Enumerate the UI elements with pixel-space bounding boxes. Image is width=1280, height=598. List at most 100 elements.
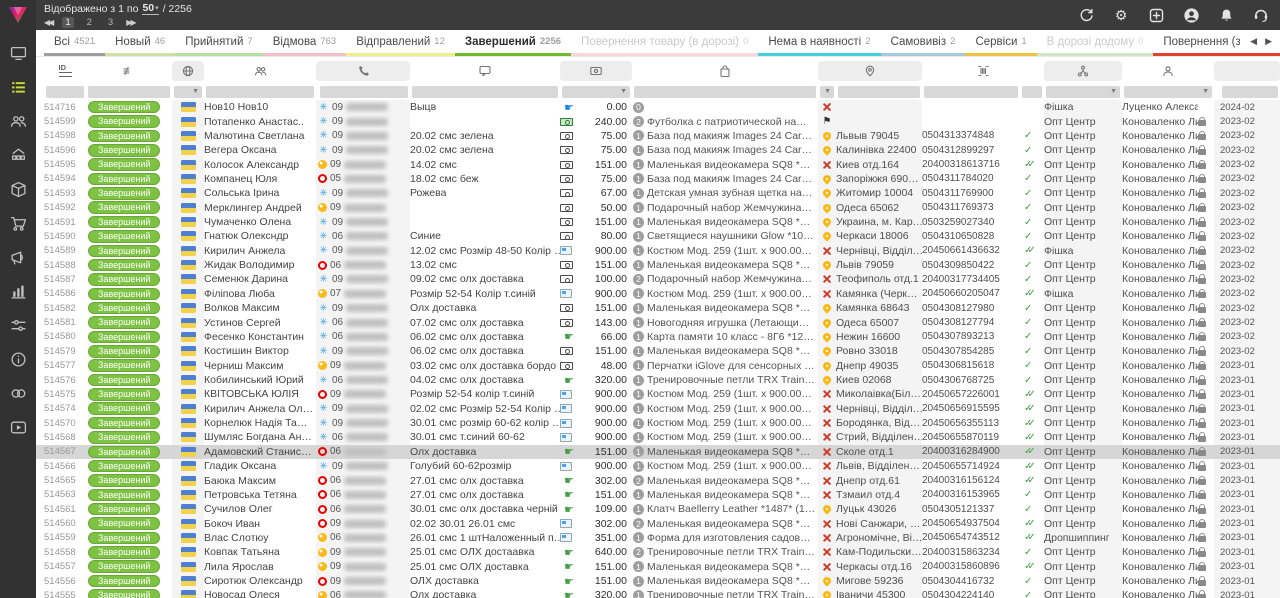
- table-row[interactable]: 514556 Завершений Сиротюк Олександр 09 О…: [36, 574, 1280, 588]
- sidebar-item-marketing[interactable]: [0, 240, 36, 274]
- sidebar-item-info[interactable]: [0, 342, 36, 376]
- column-header-client[interactable]: [204, 61, 316, 81]
- table-row[interactable]: 514595 Завершений Колосок Александр 09 1…: [36, 157, 1280, 171]
- sidebar-item-clients[interactable]: [0, 104, 36, 138]
- table-row[interactable]: 514599 Завершений Потапенко Анастас.. 09…: [36, 114, 1280, 128]
- column-header-ttn[interactable]: [922, 61, 1044, 81]
- table-row[interactable]: 514575 Завершений КВІТОВСЬКА ЮЛІЯ 09 Роз…: [36, 387, 1280, 401]
- table-row[interactable]: 514586 Завершений Філіпова Люба 07 Розмі…: [36, 287, 1280, 301]
- tab-новый[interactable]: Новый46: [105, 30, 175, 56]
- sidebar-item-orders[interactable]: [0, 70, 36, 104]
- table-row[interactable]: 514555 Завершений Новосад Олеся 06 Олх д…: [36, 588, 1280, 598]
- page-number-button[interactable]: 2: [84, 17, 95, 28]
- table-row[interactable]: 514576 Завершений Кобилинський Юрий 06 0…: [36, 373, 1280, 387]
- tab-прийнятий[interactable]: Прийнятий7: [175, 30, 263, 56]
- filter-manager[interactable]: ▼: [1124, 86, 1212, 98]
- table-row[interactable]: 514560 Завершений Бокоч Иван 09 02.02 30…: [36, 516, 1280, 530]
- column-header-country[interactable]: [172, 61, 204, 81]
- support-button[interactable]: [1252, 6, 1270, 24]
- add-new-button[interactable]: [1147, 6, 1165, 24]
- column-header-delivery-city[interactable]: [818, 61, 922, 81]
- sidebar-item-dashboard[interactable]: [0, 36, 36, 70]
- table-row[interactable]: 514563 Завершений Петровська Тетяна 06 2…: [36, 488, 1280, 502]
- filter-country[interactable]: ▼: [174, 86, 202, 98]
- filter-city[interactable]: [838, 86, 920, 98]
- table-row[interactable]: 514589 Завершений Кирилич Анжела 09 12.0…: [36, 244, 1280, 258]
- sidebar-item-statistics[interactable]: [0, 274, 36, 308]
- sidebar-item-video[interactable]: [0, 410, 36, 444]
- table-row[interactable]: 514598 Завершений Малютина Светлана 09 2…: [36, 129, 1280, 143]
- tab-відправлений[interactable]: Відправлений12: [346, 30, 455, 56]
- filter-id[interactable]: [46, 86, 84, 98]
- table-row[interactable]: 514577 Завершений Черниш Максим 09 03.02…: [36, 358, 1280, 372]
- sidebar-item-settings[interactable]: [0, 308, 36, 342]
- tab-сервіси[interactable]: Сервіси1: [965, 30, 1036, 56]
- sidebar-item-purchases[interactable]: [0, 206, 36, 240]
- filter-check[interactable]: [1022, 86, 1042, 98]
- table-row[interactable]: 514566 Завершений Гладик Оксана 09 Голуб…: [36, 459, 1280, 473]
- filter-delivery[interactable]: ▼: [820, 86, 834, 98]
- table-row[interactable]: 514580 Завершений Фесенко Константин 06 …: [36, 330, 1280, 344]
- app-logo[interactable]: [0, 0, 36, 30]
- table-row[interactable]: 514558 Завершений Ковпак Татьяна 09 25.0…: [36, 545, 1280, 559]
- column-header-products[interactable]: [632, 61, 818, 81]
- filter-phone[interactable]: [320, 86, 408, 98]
- table-row[interactable]: 514594 Завершений Компанец Юля 05 18.02 …: [36, 172, 1280, 186]
- account-button[interactable]: [1182, 6, 1200, 24]
- table-row[interactable]: 514596 Завершений Вегера Оксана 09 20.02…: [36, 143, 1280, 157]
- tab-самовивіз[interactable]: Самовивіз2: [881, 30, 966, 56]
- notifications-button[interactable]: [1217, 6, 1235, 24]
- column-header-comment[interactable]: [410, 61, 560, 81]
- table-row[interactable]: 514716 Завершений Нов10 Нов10 09 Выцв 0.…: [36, 100, 1280, 114]
- first-page-button[interactable]: ◀◀: [44, 18, 52, 27]
- table-row[interactable]: 514565 Завершений Баюка Максим 06 27.01 …: [36, 473, 1280, 487]
- column-header-money[interactable]: [560, 61, 632, 81]
- refresh-button[interactable]: [1077, 6, 1095, 24]
- filter-source[interactable]: ▼: [1046, 86, 1120, 98]
- filter-status[interactable]: [88, 86, 170, 98]
- table-row[interactable]: 514561 Завершений Сучилов Олег 06 30.01 …: [36, 502, 1280, 516]
- sidebar-item-company[interactable]: [0, 138, 36, 172]
- table-row[interactable]: 514574 Завершений Кирилич Анжела Ол… 09 …: [36, 402, 1280, 416]
- table-row[interactable]: 514557 Завершений Лила Ярослав 09 25.01 …: [36, 560, 1280, 574]
- table-row[interactable]: 514581 Завершений Устинов Сергей 06 07.0…: [36, 315, 1280, 329]
- settings-button[interactable]: ⚙: [1112, 6, 1130, 24]
- tab-в-дорозі-додому[interactable]: В дорозі додому0: [1037, 30, 1154, 56]
- column-header-manager[interactable]: [1122, 61, 1214, 81]
- filter-date[interactable]: [1222, 86, 1278, 98]
- tab-нема-в-наявності[interactable]: Нема в наявності2: [758, 30, 880, 56]
- table-row[interactable]: 514591 Завершений Чумаченко Олена 09 151…: [36, 215, 1280, 229]
- filter-ttn[interactable]: [924, 86, 1018, 98]
- table-row[interactable]: 514588 Завершений Жидак Володимир 06 13.…: [36, 258, 1280, 272]
- column-header-source[interactable]: [1044, 61, 1122, 81]
- table-row[interactable]: 514590 Завершений Гнатюк Олексндр 06 Син…: [36, 229, 1280, 243]
- tab-повернення-товару-(в-дорозі)[interactable]: Повернення товару (в дорозі)0: [571, 30, 758, 56]
- table-row[interactable]: 514592 Завершений Мерклингер Андрей 09 5…: [36, 201, 1280, 215]
- column-header-date[interactable]: [1214, 61, 1280, 81]
- tab-всі[interactable]: Всі4521: [44, 30, 105, 56]
- table-row[interactable]: 514587 Завершений Семенюк Дарина 09 09.0…: [36, 272, 1280, 286]
- filter-client[interactable]: [206, 86, 314, 98]
- table-row[interactable]: 514559 Завершений Влас Слотюу 06 26.01 с…: [36, 531, 1280, 545]
- column-header-id[interactable]: ID: [36, 61, 86, 81]
- sidebar-item-products[interactable]: [0, 172, 36, 206]
- column-header-phone[interactable]: [316, 61, 410, 81]
- page-number-button[interactable]: 1: [62, 17, 73, 28]
- tabs-scroll-right[interactable]: ▶: [1265, 36, 1272, 47]
- tabs-scroll-left[interactable]: ◀: [1250, 36, 1257, 47]
- filter-money[interactable]: ▼: [562, 86, 630, 98]
- table-row[interactable]: 514579 Завершений Костишин Виктор 09 06.…: [36, 344, 1280, 358]
- table-row[interactable]: 514570 Завершений Корнелюк Надія Та… 09 …: [36, 416, 1280, 430]
- table-row[interactable]: 514582 Завершений Волков Максим 09 Олх д…: [36, 301, 1280, 315]
- sidebar-item-partners[interactable]: [0, 376, 36, 410]
- tab-завершений[interactable]: Завершений2256: [455, 30, 571, 56]
- table-row[interactable]: 514568 Завершений Шумляс Богдана Ан… 06 …: [36, 430, 1280, 444]
- page-size-dropdown[interactable]: 50▾: [142, 2, 158, 15]
- column-header-status[interactable]: ≢: [86, 61, 172, 81]
- last-page-button[interactable]: ▶▶: [126, 18, 134, 27]
- filter-comment[interactable]: [412, 86, 558, 98]
- filter-products[interactable]: [634, 86, 816, 98]
- page-number-button[interactable]: 3: [105, 17, 116, 28]
- tab-відмова[interactable]: Відмова763: [263, 30, 346, 56]
- table-row[interactable]: 514593 Завершений Сольська Ірина 09 Роже…: [36, 186, 1280, 200]
